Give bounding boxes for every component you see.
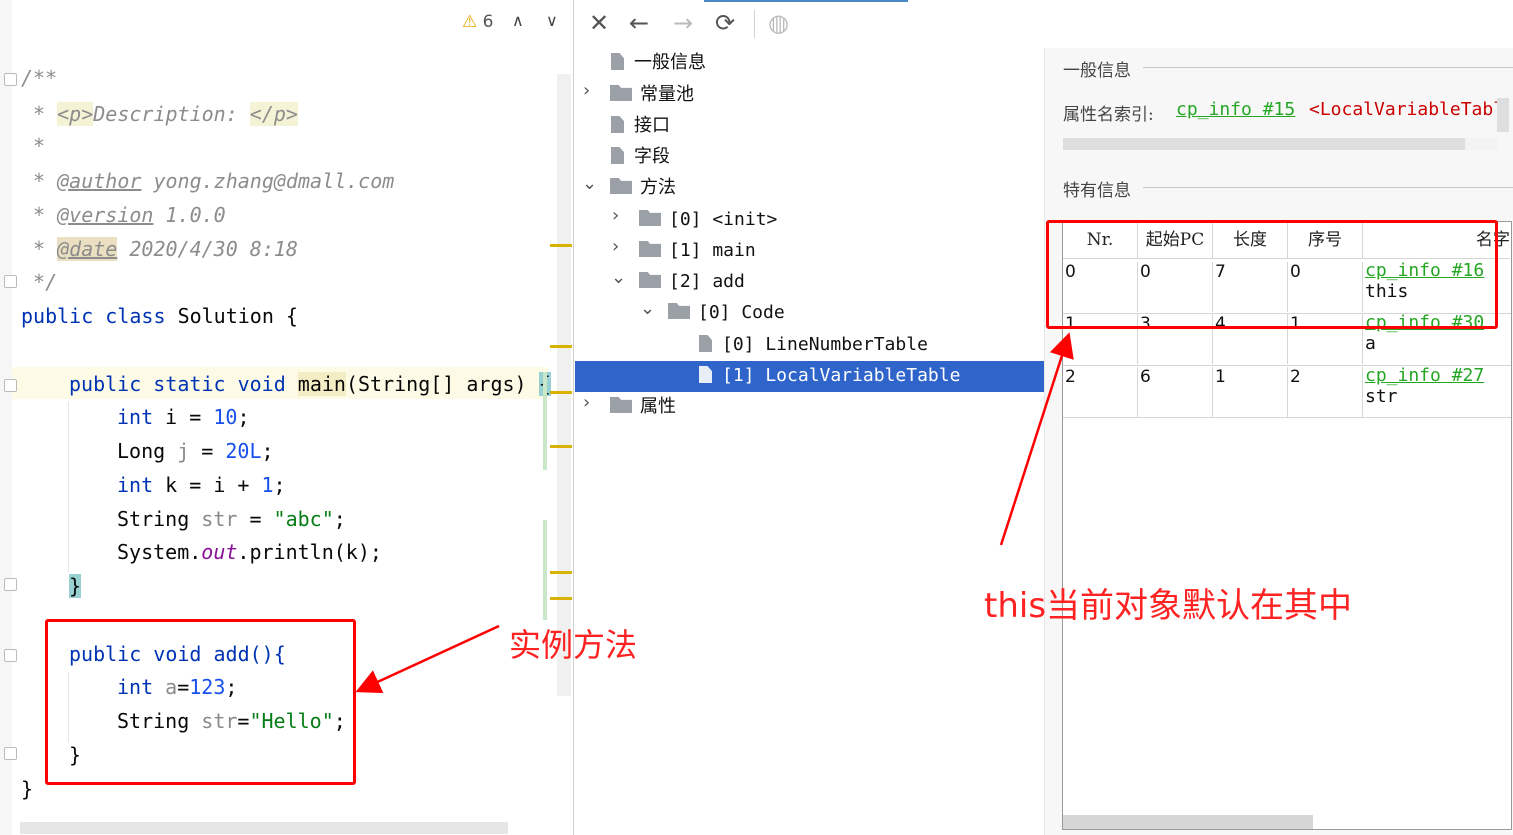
arrow-to-add-method [355, 624, 500, 693]
arrow-to-this-row [999, 332, 1074, 546]
annotation-arrows [355, 332, 1074, 693]
